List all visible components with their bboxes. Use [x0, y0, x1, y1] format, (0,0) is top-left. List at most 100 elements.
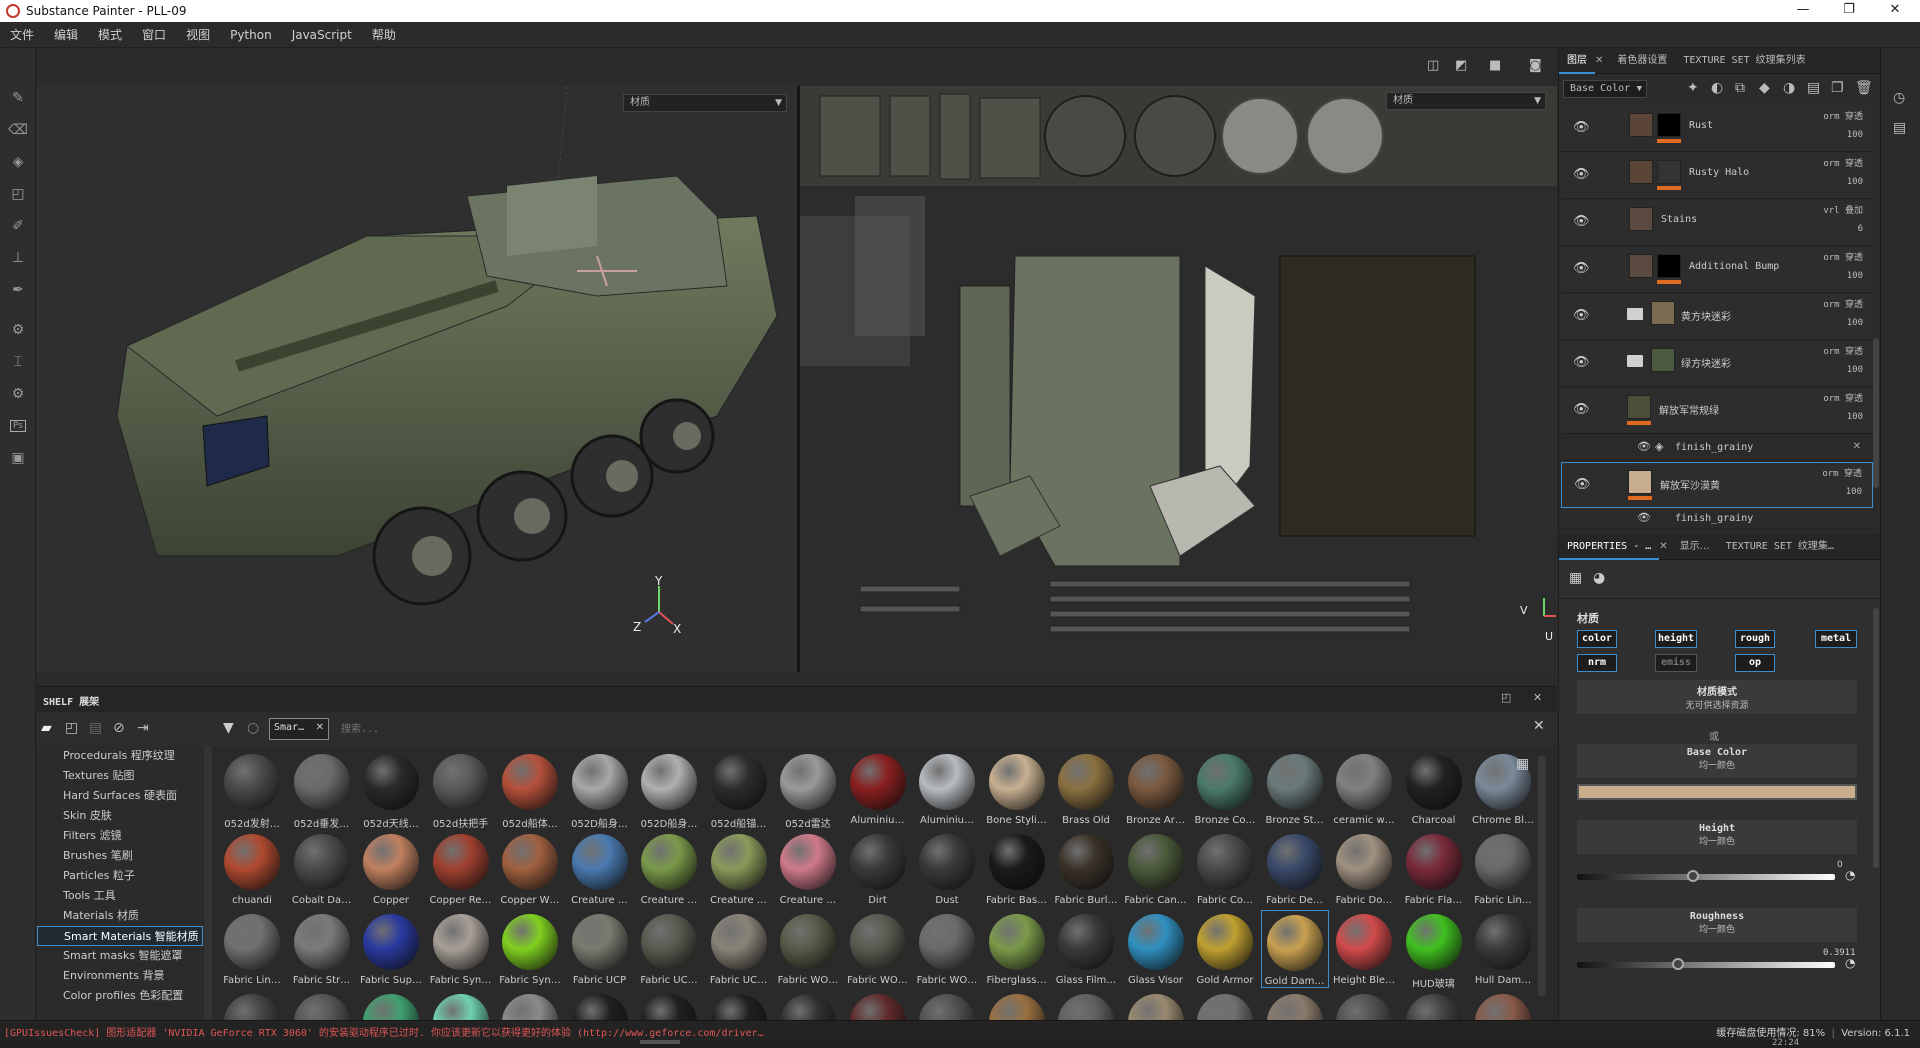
log-icon[interactable]: ▤	[1893, 120, 1906, 136]
material-tile[interactable]: Bronze Co…	[1191, 750, 1259, 828]
tab-texture-set-list[interactable]: TEXTURE SET 纹理集列表	[1675, 48, 1813, 74]
layer-row[interactable]: 👁 Rust orm 穿透 100	[1561, 106, 1873, 152]
trash-icon[interactable]: 🗑	[1855, 80, 1873, 96]
eye-icon[interactable]: 👁	[1573, 402, 1590, 417]
channel-toggle-emiss[interactable]: emiss	[1655, 654, 1697, 672]
effect-row[interactable]: 👁 finish_grainy	[1561, 509, 1873, 529]
material-tile[interactable]: Fabric Syn…	[427, 910, 495, 988]
bake-icon[interactable]: ⚙	[0, 314, 36, 346]
roughness-slider-knob[interactable]	[1671, 958, 1684, 970]
material-tile[interactable]: Charcoal	[1400, 750, 1468, 828]
layer-blend-mode[interactable]: orm 穿透	[1822, 466, 1862, 479]
material-tile[interactable]: Fabric Lin…	[218, 910, 286, 988]
tab-shader-settings[interactable]: 着色器设置	[1609, 48, 1675, 74]
menu-python[interactable]: Python	[230, 28, 272, 42]
polygon-fill-icon[interactable]: ◰	[0, 178, 36, 210]
layer-opacity[interactable]: 100	[1847, 365, 1863, 375]
material-tile[interactable]: Dirt	[844, 830, 912, 908]
material-tile[interactable]: Fabric UC…	[635, 910, 703, 988]
layer-blend-mode[interactable]: orm 穿透	[1823, 297, 1863, 310]
material-tile[interactable]: Fabric Co…	[1191, 830, 1259, 908]
layer-row-selected[interactable]: 👁 解放军沙漠黄 orm 穿透 100	[1561, 462, 1873, 508]
material-tile[interactable]: 052d天线…	[357, 750, 425, 830]
layer-opacity[interactable]: 100	[1847, 130, 1863, 140]
material-tile[interactable]: Gold Armor	[1191, 910, 1259, 988]
tab-properties[interactable]: PROPERTIES - …	[1559, 534, 1660, 560]
menu-javascript[interactable]: JavaScript	[292, 28, 352, 42]
duplicate-icon[interactable]: ❐	[1831, 80, 1844, 96]
material-tile[interactable]: Fabric Sup…	[357, 910, 425, 988]
material-tile[interactable]: Copper Re…	[427, 830, 495, 908]
material-tile[interactable]: Fabric WO…	[774, 910, 842, 988]
material-mode-icon[interactable]: ▦	[1569, 570, 1582, 586]
grid-view-icon[interactable]: ▦	[1516, 756, 1529, 772]
material-tile[interactable]: Copper	[357, 830, 425, 908]
camera-icon[interactable]: ■	[1489, 58, 1501, 73]
screenshot-icon[interactable]: ◙	[1529, 58, 1542, 73]
channel-toggle-op[interactable]: op	[1735, 654, 1775, 672]
effect-row[interactable]: 👁 ◈ finish_grainy ✕	[1561, 435, 1873, 461]
eye-icon[interactable]: 👁	[1573, 167, 1590, 182]
hide-icon[interactable]: ⊘	[113, 720, 125, 736]
add-fill-layer-icon[interactable]: ◆	[1759, 80, 1770, 96]
category-item[interactable]: Materials 材质	[37, 906, 203, 926]
history-icon[interactable]: ◷	[1893, 90, 1905, 106]
new-item-icon[interactable]: ◰	[65, 720, 78, 736]
material-tile[interactable]: Fabric Syn…	[496, 910, 564, 988]
material-tile[interactable]: Fabric Lin…	[1469, 830, 1537, 908]
height-value[interactable]: 0	[1837, 860, 1843, 870]
layer-blend-mode[interactable]: orm 穿透	[1823, 391, 1863, 404]
material-tile[interactable]: Copper W…	[496, 830, 564, 908]
roughness-box[interactable]: Roughness 均一颜色	[1577, 908, 1857, 942]
viewport-2d-channel-select[interactable]: 材质 ▼	[1386, 92, 1546, 110]
layer-row[interactable]: 👁 解放军常规绿 orm 穿透 100	[1561, 388, 1873, 434]
layer-opacity[interactable]: 6	[1858, 224, 1863, 234]
clone-stamp-icon[interactable]: ⊥	[0, 242, 36, 274]
category-item[interactable]: Hard Surfaces 硬表面	[37, 786, 203, 806]
material-tile[interactable]: HUD玻璃	[1400, 910, 1468, 990]
close-icon[interactable]: ✕	[1853, 441, 1861, 452]
material-tile[interactable]: Fabric Bas…	[983, 830, 1051, 908]
maximize-button[interactable]: ❐	[1826, 0, 1872, 22]
material-tile[interactable]: 052d垂发…	[288, 750, 356, 830]
material-tile[interactable]: 052d扶把手	[427, 750, 495, 830]
settings-icon[interactable]: ⚙	[0, 378, 36, 410]
channel-toggle-nrm[interactable]: nrm	[1577, 654, 1617, 672]
material-tile[interactable]: Dust	[913, 830, 981, 908]
material-tile[interactable]: 052d船锚…	[705, 750, 773, 830]
material-tile[interactable]: 052D船身…	[635, 750, 703, 830]
height-box[interactable]: Height 均一颜色	[1577, 820, 1857, 854]
eye-icon[interactable]: 👁	[1574, 477, 1591, 492]
eye-icon[interactable]: 👁	[1637, 511, 1651, 524]
viewport-3d[interactable]: 材质 ▼ Y Z X	[37, 86, 797, 672]
menu-edit[interactable]: 编辑	[54, 26, 78, 43]
folder-icon[interactable]	[1627, 355, 1643, 367]
material-tile[interactable]: Glass Film…	[1052, 910, 1120, 988]
eye-icon[interactable]: 👁	[1573, 355, 1590, 370]
add-mask-icon[interactable]: ◑	[1783, 80, 1795, 96]
close-button[interactable]: ✕	[1872, 0, 1918, 22]
close-icon[interactable]: ✕	[316, 722, 324, 733]
material-tile[interactable]: Height Ble…	[1330, 910, 1398, 988]
eye-icon[interactable]: 👁	[1573, 120, 1590, 135]
material-tile[interactable]: chuandi	[218, 830, 286, 908]
material-tile[interactable]: Aluminiu…	[844, 750, 912, 828]
filter-icon[interactable]: ▼	[223, 720, 234, 736]
layer-blend-mode[interactable]: orm 穿透	[1823, 344, 1863, 357]
eraser-icon[interactable]: ⌫	[0, 114, 36, 146]
close-icon[interactable]: ✕	[1595, 55, 1603, 66]
search-input[interactable]	[335, 718, 1531, 740]
channel-toggle-color[interactable]: color	[1577, 630, 1617, 648]
category-item[interactable]: Textures 贴图	[37, 766, 203, 786]
base-color-box[interactable]: Base Color 均一颜色	[1577, 744, 1857, 778]
display-mode-icon[interactable]: ◩	[1455, 58, 1467, 73]
smudge-icon[interactable]: ✐	[0, 210, 36, 242]
material-tile[interactable]: Cobalt Da…	[288, 830, 356, 908]
folder-icon[interactable]	[1627, 308, 1643, 320]
material-tile[interactable]: Bone Styli…	[983, 750, 1051, 828]
material-tile[interactable]: Fabric Can…	[1122, 830, 1190, 908]
color-picker-icon[interactable]: ✒	[0, 274, 36, 306]
material-tile[interactable]: Creature …	[566, 830, 634, 908]
layer-blend-mode[interactable]: orm 穿透	[1823, 250, 1863, 263]
roughness-slider[interactable]	[1577, 958, 1835, 970]
